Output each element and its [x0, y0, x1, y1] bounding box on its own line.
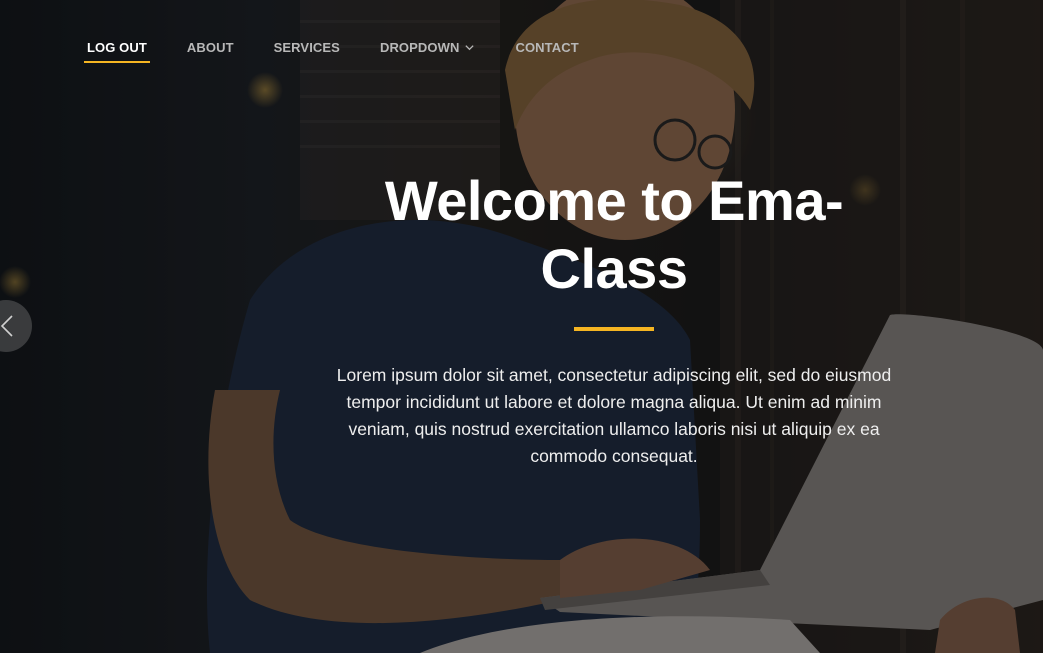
nav-item-services[interactable]: SERVICES — [271, 40, 343, 63]
nav-item-log-out[interactable]: LOG OUT — [84, 40, 150, 63]
nav-item-about[interactable]: ABOUT — [184, 40, 237, 63]
chevron-left-icon — [0, 315, 13, 337]
hero-section: LOG OUT ABOUT SERVICES DROPDOWN CONTACT … — [0, 0, 1043, 653]
main-nav: LOG OUT ABOUT SERVICES DROPDOWN CONTACT — [84, 40, 582, 63]
hero-description: Lorem ipsum dolor sit amet, consectetur … — [336, 365, 892, 466]
chevron-down-icon — [465, 45, 475, 51]
nav-item-label: ABOUT — [186, 40, 234, 55]
hero-title-line-2: Class — [540, 237, 688, 300]
nav-item-label: LOG OUT — [87, 40, 147, 55]
nav-item-contact[interactable]: CONTACT — [512, 40, 581, 63]
nav-item-label: DROPDOWN — [379, 40, 460, 55]
nav-item-label: CONTACT — [515, 40, 579, 55]
hero-title: Welcome to Ema- Class — [314, 167, 914, 303]
hero-title-line-1: Welcome to Ema- — [384, 169, 844, 232]
title-divider — [574, 327, 654, 331]
nav-item-dropdown[interactable]: DROPDOWN — [377, 40, 479, 63]
hero-dark-overlay — [0, 0, 1043, 653]
nav-item-label: SERVICES — [273, 40, 340, 55]
